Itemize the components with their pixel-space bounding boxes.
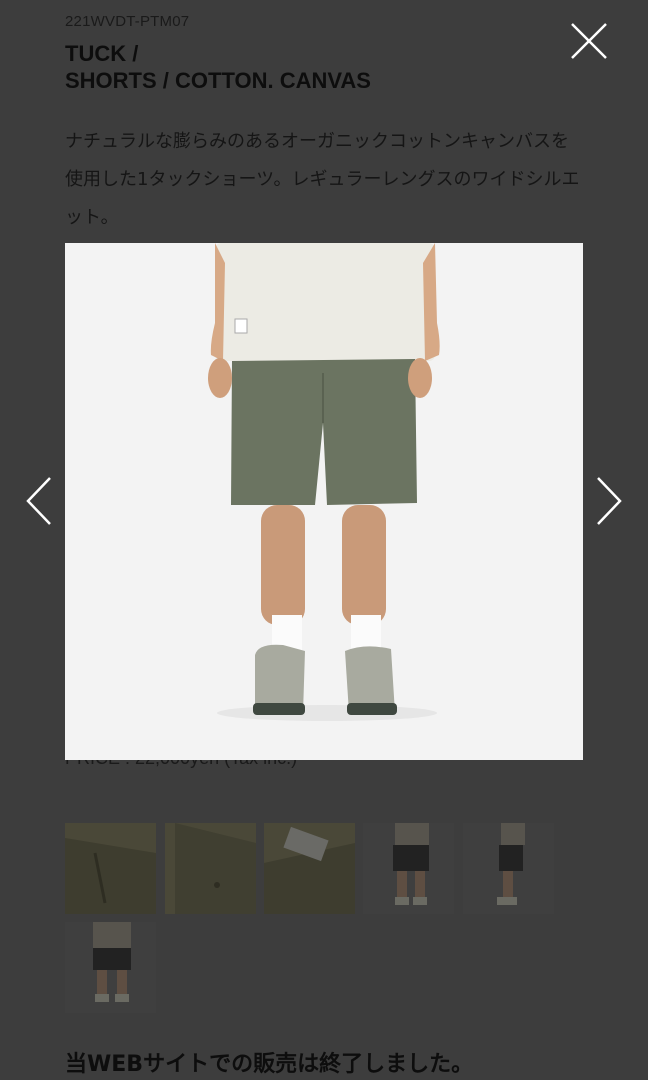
close-icon (571, 23, 607, 59)
thumbnail-shorts-detail-label[interactable] (264, 823, 355, 914)
thumbnail-model-front-dark[interactable] (363, 823, 454, 914)
close-button[interactable] (568, 20, 610, 62)
product-sku: 221WVDT-PTM07 (65, 13, 190, 30)
product-description: ナチュラルな膨らみのあるオーガニックコットンキャンバスを使用した1タックショーツ… (65, 131, 580, 228)
prev-image-button[interactable] (22, 474, 56, 528)
thumbnail-shorts-detail-front[interactable] (65, 823, 156, 914)
chevron-left-icon (26, 477, 51, 525)
modal-product-image (65, 243, 583, 760)
thumbnail-shorts-detail-pocket[interactable] (165, 823, 256, 914)
product-title-line2: SHORTS / COTTON. CANVAS (65, 68, 371, 93)
thumbnail-model-side-dark[interactable] (463, 823, 554, 914)
chevron-right-icon (597, 477, 622, 525)
product-title: TUCK / SHORTS / COTTON. CANVAS (65, 40, 371, 94)
product-title-line1: TUCK / (65, 41, 139, 66)
product-page: 221WVDT-PTM07 TUCK / SHORTS / COTTON. CA… (0, 0, 648, 1080)
thumbnail-model-front-full[interactable] (65, 922, 156, 1013)
next-image-button[interactable] (592, 474, 626, 528)
sale-ended-notice: 当WEBサイトでの販売は終了しました。 (65, 1052, 474, 1077)
